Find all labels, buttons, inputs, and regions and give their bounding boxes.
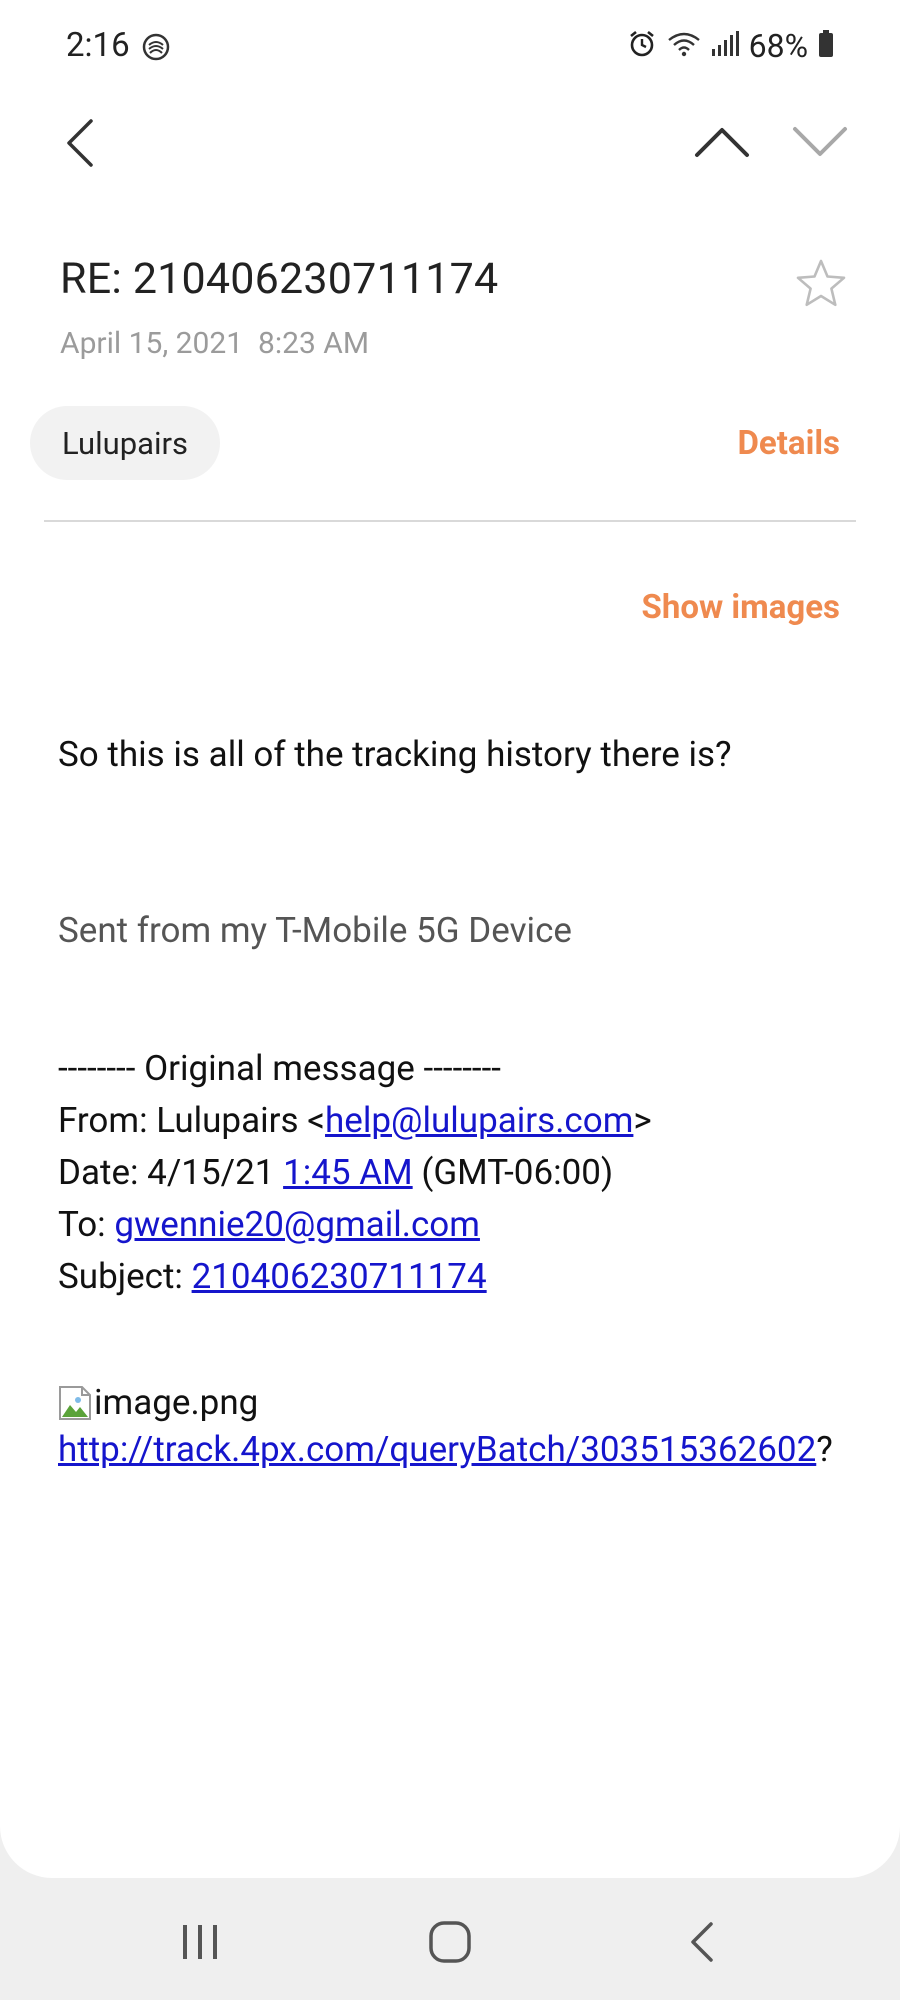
image-placeholder: image.png (58, 1382, 258, 1423)
tracking-url-link[interactable]: http://track.4px.com/queryBatch/30351536… (58, 1429, 816, 1470)
tracking-suffix: ? (816, 1429, 833, 1470)
from-suffix: > (633, 1100, 652, 1141)
back-arrow-icon (688, 1921, 716, 1967)
next-email-button[interactable] (788, 114, 852, 174)
signature: Sent from my T-Mobile 5G Device (58, 910, 572, 951)
chevron-down-icon (792, 126, 848, 162)
star-icon (795, 258, 847, 312)
chevron-up-icon (694, 126, 750, 162)
status-bar: 2:16 68% (0, 0, 900, 92)
original-header: -------- Original message -------- (58, 1048, 501, 1089)
details-button[interactable]: Details (737, 424, 840, 463)
battery-percent: 68% (748, 27, 808, 65)
tracking-url-block: http://track.4px.com/queryBatch/30351536… (58, 1424, 858, 1476)
screen: 2:16 68% RE: 210406230711174 April 15, 2… (0, 0, 900, 2000)
wifi-icon (667, 30, 701, 62)
date-label: Date: 4/15/21 (58, 1152, 284, 1193)
email-view: 2:16 68% RE: 210406230711174 April 15, 2… (0, 0, 900, 1878)
date-time-link[interactable]: 1:45 AM (283, 1152, 413, 1193)
status-icons: 68% (627, 24, 834, 68)
from-email-link[interactable]: help@lulupairs.com (325, 1100, 633, 1141)
subject-label: Subject: (58, 1256, 192, 1297)
recents-button[interactable] (170, 1918, 230, 1970)
star-button[interactable] (790, 254, 852, 316)
status-time: 2:16 (66, 26, 130, 65)
divider (44, 520, 856, 522)
chevron-left-icon (65, 119, 95, 171)
signal-icon (711, 31, 739, 61)
to-email-link[interactable]: gwennie20@gmail.com (114, 1204, 480, 1245)
to-label: To: (58, 1204, 115, 1245)
original-message: -------- Original message -------- From:… (58, 1043, 652, 1303)
notification-icon (142, 33, 170, 61)
original-date: Date: 4/15/21 1:45 AM (GMT-06:00) (58, 1147, 652, 1199)
home-icon (428, 1920, 472, 1968)
from-label: From: Lulupairs < (58, 1100, 326, 1141)
system-back-button[interactable] (672, 1918, 732, 1970)
body-message: So this is all of the tracking history t… (58, 734, 732, 775)
original-subject: Subject: 210406230711174 (58, 1251, 652, 1303)
sender-chip[interactable]: Lulupairs (30, 406, 221, 480)
image-alt-text: image.png (94, 1382, 259, 1423)
email-subject: RE: 210406230711174 (60, 254, 499, 304)
email-date: April 15, 2021 8:23 AM (60, 326, 370, 361)
previous-email-button[interactable] (690, 114, 754, 174)
recents-icon (180, 1922, 220, 1966)
date-suffix: (GMT-06:00) (412, 1152, 614, 1193)
alarm-icon (627, 29, 657, 63)
broken-image-icon (58, 1385, 92, 1421)
battery-icon (818, 30, 834, 62)
show-images-button[interactable]: Show images (642, 588, 840, 627)
subject-link[interactable]: 210406230711174 (192, 1256, 487, 1297)
back-button[interactable] (52, 112, 108, 178)
original-from: From: Lulupairs <help@lulupairs.com> (58, 1095, 652, 1147)
original-to: To: gwennie20@gmail.com (58, 1199, 652, 1251)
home-button[interactable] (420, 1918, 480, 1970)
